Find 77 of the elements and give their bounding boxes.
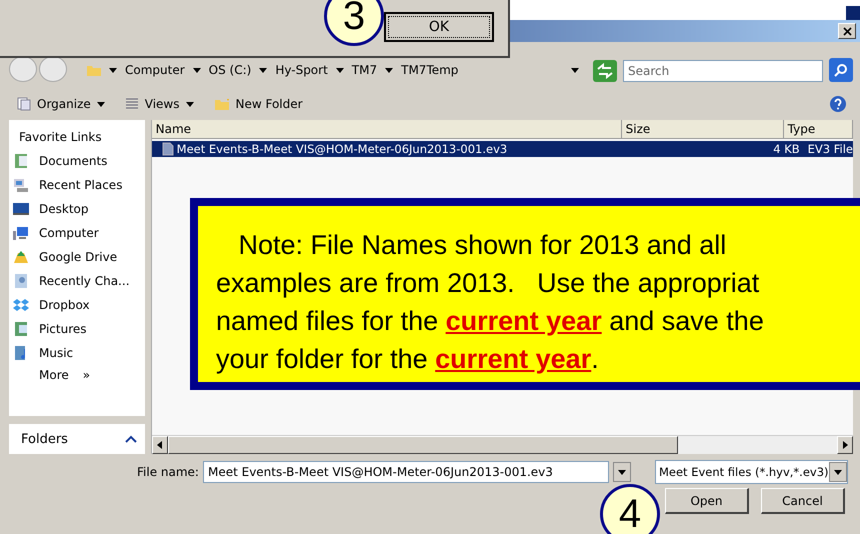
place-icon	[13, 321, 29, 337]
note-text: examples are from 2013. Use the appropriat	[216, 267, 760, 300]
forward-button[interactable]	[39, 56, 67, 82]
caret-icon	[259, 68, 268, 72]
sidebar-item[interactable]: Documents	[13, 152, 145, 170]
caret-icon	[834, 470, 842, 474]
breadcrumb-item[interactable]: Computer	[125, 63, 185, 77]
toolbar-button[interactable]: Organize	[15, 95, 107, 113]
column-header[interactable]: Size	[622, 120, 784, 138]
place-icon	[13, 273, 29, 289]
caret-icon	[618, 470, 626, 474]
column-header[interactable]: Name	[152, 120, 622, 138]
window-edge	[846, 6, 860, 20]
folders-toggle[interactable]: Folders	[9, 424, 145, 454]
place-icon	[13, 225, 29, 241]
place-icon	[13, 177, 29, 193]
sidebar-item[interactable]: Recently Cha...	[13, 272, 145, 290]
pages-icon	[17, 97, 31, 111]
file-icon	[162, 142, 174, 156]
dialog-button[interactable]: Open	[665, 488, 749, 514]
note-text: your folder for the current year.	[216, 343, 600, 376]
breadcrumb-item[interactable]: TM7	[352, 63, 378, 77]
ok-button[interactable]: OK	[384, 12, 494, 42]
caret-icon	[385, 68, 394, 72]
caret-icon	[192, 68, 201, 72]
list-icon	[124, 97, 139, 111]
column-header[interactable]: Type	[784, 120, 853, 138]
more-link[interactable]: More	[39, 368, 69, 382]
search-field[interactable]: Search	[623, 60, 823, 82]
file-name-field[interactable]: Meet Events-B-Meet VIS@HOM-Meter-06Jun2013-001.ev3	[202, 461, 609, 483]
right-arrow-icon	[842, 441, 848, 449]
note-text: named files for the current year and save the	[216, 305, 765, 338]
new-folder-icon	[214, 97, 230, 111]
chevron-glyph[interactable]: »	[82, 368, 90, 382]
caret-icon	[186, 102, 194, 106]
place-icon	[13, 201, 29, 217]
sidebar-item[interactable]: Dropbox	[13, 296, 145, 314]
horizontal-scrollbar[interactable]	[152, 435, 853, 454]
field-label: File name:	[137, 465, 199, 479]
file-name: Meet Events-B-Meet VIS@HOM-Meter-06Jun2013-001.ev3	[176, 142, 508, 156]
breadcrumb-item[interactable]: OS (C:)	[208, 63, 252, 77]
step-callout: 4	[600, 484, 660, 534]
caret-icon	[109, 68, 117, 72]
help-icon[interactable]	[829, 95, 847, 113]
toolbar-button[interactable]: Views	[122, 95, 196, 113]
search-button[interactable]	[829, 58, 853, 82]
file-row[interactable]: Meet Events-B-Meet VIS@HOM-Meter-06Jun2013-001.ev3 4 KB EV3 File	[152, 141, 853, 157]
close-button[interactable]	[838, 23, 856, 39]
note-text: Note: File Names shown for 2013 and all	[238, 229, 728, 262]
folder-icon	[87, 64, 101, 76]
caret-icon	[96, 102, 105, 106]
sidebar-item[interactable]: Computer	[13, 224, 145, 242]
sidebar-item[interactable]: Music	[13, 344, 145, 362]
close-icon	[842, 26, 852, 36]
place-icon	[13, 153, 29, 169]
caret-icon	[336, 68, 344, 72]
sidebar-item[interactable]: Desktop	[13, 200, 145, 218]
left-arrow-icon	[157, 441, 162, 449]
caret-icon	[571, 68, 579, 72]
sidebar-item[interactable]: Google Drive	[13, 248, 145, 266]
place-icon	[13, 297, 29, 313]
file-type-dropdown[interactable]: Meet Event files (*.hyv,*.ev3)	[654, 460, 848, 484]
refresh-button[interactable]	[593, 60, 617, 82]
file-type: EV3 File	[808, 142, 853, 156]
back-button[interactable]	[9, 56, 37, 82]
breadcrumb-item[interactable]: Hy-Sport	[275, 63, 328, 77]
search-icon	[834, 63, 848, 77]
breadcrumb-item[interactable]: TM7Temp	[401, 63, 458, 77]
sidebar-item[interactable]: Pictures	[13, 320, 145, 338]
chevron-up-icon	[124, 435, 137, 443]
dropdown-button[interactable]	[612, 462, 631, 482]
pane-heading: Favorite Links	[18, 130, 103, 144]
sidebar-item[interactable]: Recent Places	[13, 176, 145, 194]
file-size: 4 KB	[772, 142, 801, 156]
dialog-button[interactable]: Cancel	[761, 488, 845, 514]
place-icon	[13, 249, 29, 265]
toolbar-button[interactable]: New Folder	[212, 95, 305, 113]
